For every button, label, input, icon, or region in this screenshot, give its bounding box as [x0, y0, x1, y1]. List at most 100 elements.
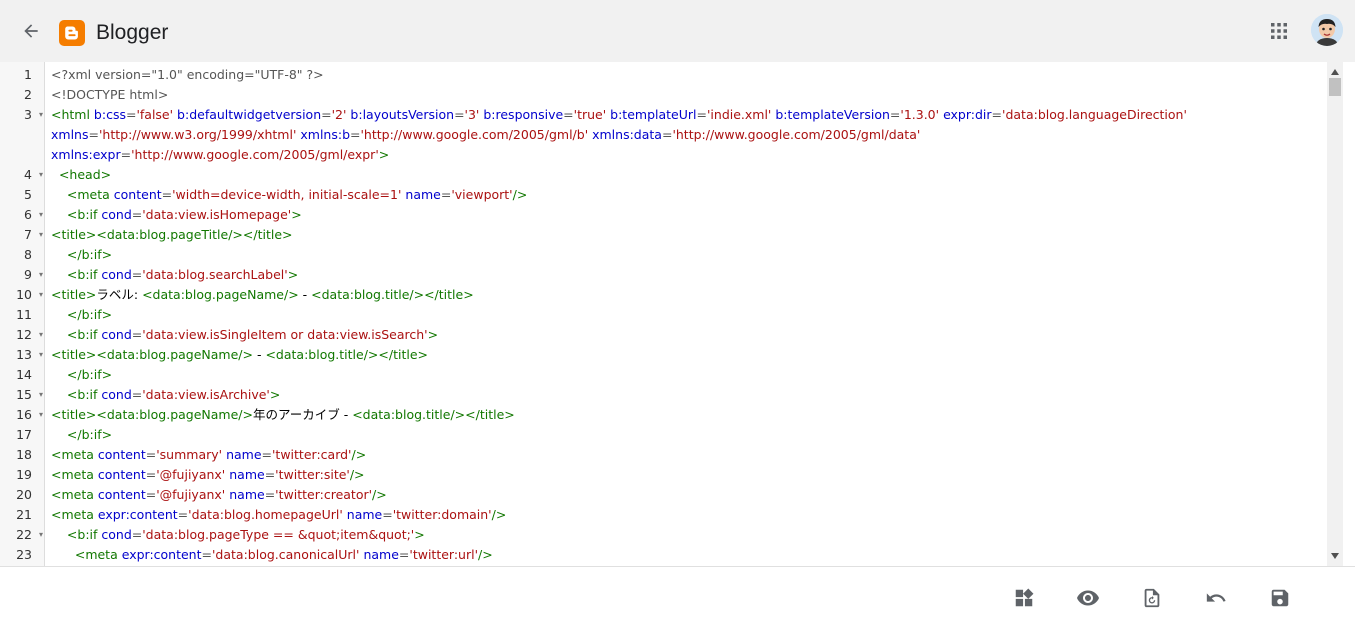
fold-toggle-icon[interactable]: ▾: [39, 285, 43, 305]
line-number-gutter: 1 2 3 ▾ 4 ▾ 5 6 ▾ 7 ▾ 8 9 ▾ 10 ▾ 11 12 ▾ 13 ▾ 14 15 ▾ 16 ▾ 17 18 19 2…: [0, 62, 45, 566]
code-token-tag: />: [372, 487, 387, 502]
code-line[interactable]: <meta content='@fujiyanx' name='twitter:…: [51, 465, 365, 485]
line-number: 19: [16, 467, 32, 482]
code-token-attr: cond: [101, 267, 132, 282]
code-line[interactable]: </b:if>: [51, 425, 112, 445]
code-line[interactable]: </b:if>: [51, 305, 112, 325]
code-line[interactable]: </b:if>: [51, 245, 112, 265]
code-token-str: 'http://www.google.com/2005/gml/b': [360, 127, 589, 142]
code-token-attr: content: [113, 187, 162, 202]
code-line[interactable]: <title><data:blog.pageName/>年のアーカイブ - <d…: [51, 405, 515, 425]
code-token-attr: xmlns:data: [592, 127, 662, 142]
code-token-plain: =: [261, 447, 272, 462]
code-token-attr: b:templateVersion: [775, 107, 890, 122]
theme-html-editor[interactable]: 1 2 3 ▾ 4 ▾ 5 6 ▾ 7 ▾ 8 9 ▾ 10 ▾ 11 12 ▾ 13 ▾ 14 15 ▾ 16 ▾ 17 18 19 2…: [0, 62, 1355, 566]
code-line[interactable]: xmlns='http://www.w3.org/1999/xhtml' xml…: [51, 125, 920, 145]
back-button[interactable]: [18, 18, 44, 44]
code-token-attr: cond: [101, 527, 132, 542]
line-number: 18: [16, 447, 32, 462]
code-token-tag: <title>: [51, 287, 97, 302]
code-token-plain: =: [131, 327, 143, 342]
code-token-plain: =: [696, 107, 707, 122]
fold-toggle-icon[interactable]: ▾: [39, 525, 43, 545]
code-token-str: 'viewport': [451, 187, 513, 202]
code-line[interactable]: <title><data:blog.pageName/> - <data:blo…: [51, 345, 428, 365]
eye-icon: [1077, 590, 1099, 606]
gutter-line: 1: [0, 65, 45, 85]
fold-toggle-icon[interactable]: ▾: [39, 265, 43, 285]
line-number: 13: [16, 347, 32, 362]
line-number: 23: [16, 547, 32, 562]
line-number: 16: [16, 407, 32, 422]
gutter-line: 21: [0, 505, 45, 525]
scrollbar-thumb[interactable]: [1329, 78, 1341, 96]
code-token-str: 'indie.xml': [706, 107, 772, 122]
code-token-plain: =: [398, 547, 410, 562]
code-line[interactable]: <b:if cond='data:blog.searchLabel'>: [51, 265, 298, 285]
app-title: Blogger: [96, 21, 169, 44]
code-line[interactable]: <head>: [51, 165, 111, 185]
code-token-tag: />: [512, 187, 528, 202]
code-token-attr: b:responsive: [483, 107, 564, 122]
code-token-attr: xmlns: [51, 127, 89, 142]
line-number: 17: [16, 427, 32, 442]
fold-toggle-icon[interactable]: ▾: [39, 405, 43, 425]
preview-button[interactable]: [1076, 586, 1100, 610]
code-token-tag: <meta: [66, 187, 114, 202]
code-token-attr: b:defaultwidgetversion: [177, 107, 322, 122]
code-line[interactable]: <meta expr:content='data:blog.canonicalU…: [51, 545, 493, 565]
gutter-line: 8: [0, 245, 45, 265]
code-line[interactable]: <b:if cond='data:view.isSingleItem or da…: [51, 325, 438, 345]
code-line[interactable]: <!DOCTYPE html>: [51, 85, 168, 105]
code-line[interactable]: <meta content='summary' name='twitter:ca…: [51, 445, 366, 465]
fold-toggle-icon[interactable]: ▾: [39, 345, 43, 365]
layout-button[interactable]: [1012, 586, 1036, 610]
code-token-str: 'twitter:creator': [275, 487, 373, 502]
code-line[interactable]: <meta content='width=device-width, initi…: [51, 185, 527, 205]
fold-toggle-icon[interactable]: ▾: [39, 225, 43, 245]
code-token-plain: =: [321, 107, 332, 122]
line-number: 2: [24, 87, 32, 102]
user-avatar[interactable]: [1311, 14, 1343, 46]
code-token-str: 'http://www.google.com/2005/gml/expr': [131, 147, 379, 162]
fold-toggle-icon[interactable]: ▾: [39, 105, 43, 125]
scroll-down-button[interactable]: [1327, 548, 1343, 564]
gutter-line: 14: [0, 365, 45, 385]
code-token-str: 'false': [136, 107, 174, 122]
fold-toggle-icon[interactable]: ▾: [39, 165, 43, 185]
code-token-plain: =: [161, 187, 173, 202]
code-line[interactable]: <meta content='@fujiyanx' name='twitter:…: [51, 485, 387, 505]
code-token-plain: =: [88, 127, 99, 142]
code-token-plain: =: [145, 487, 157, 502]
code-line[interactable]: <html b:css='false' b:defaultwidgetversi…: [51, 105, 1187, 125]
code-line[interactable]: <b:if cond='data:view.isArchive'>: [51, 385, 280, 405]
top-app-bar: Blogger: [0, 0, 1355, 62]
apps-button[interactable]: [1267, 19, 1291, 43]
restore-button[interactable]: [1140, 586, 1164, 610]
code-token-attr: cond: [101, 387, 132, 402]
fold-toggle-icon[interactable]: ▾: [39, 205, 43, 225]
code-token-plain: =: [454, 107, 465, 122]
save-button[interactable]: [1268, 586, 1292, 610]
code-token-tag: <b:if: [66, 207, 102, 222]
code-line[interactable]: <?xml version="1.0" encoding="UTF-8" ?>: [51, 65, 324, 85]
line-number: 5: [24, 187, 32, 202]
code-line[interactable]: </b:if>: [51, 365, 112, 385]
line-number: 1: [24, 67, 32, 82]
undo-button[interactable]: [1204, 586, 1228, 610]
code-line[interactable]: xmlns:expr='http://www.google.com/2005/g…: [51, 145, 389, 165]
vertical-scrollbar[interactable]: [1327, 62, 1343, 566]
code-line[interactable]: <meta expr:content='data:blog.homepageUr…: [51, 505, 506, 525]
gutter-line: 16 ▾: [0, 405, 45, 425]
code-line[interactable]: <b:if cond='data:blog.pageType == &quot;…: [51, 525, 425, 545]
code-line[interactable]: <title><data:blog.pageTitle/></title>: [51, 225, 293, 245]
code-line[interactable]: <title>ラベル: <data:blog.pageName/> - <dat…: [51, 285, 474, 305]
code-token-plain: =: [131, 387, 143, 402]
fold-toggle-icon[interactable]: ▾: [39, 325, 43, 345]
code-token-plain: =: [145, 467, 157, 482]
gutter-line: 3 ▾: [0, 105, 45, 125]
line-number: 12: [16, 327, 32, 342]
code-token-tag: </title>: [378, 347, 428, 362]
code-line[interactable]: <b:if cond='data:view.isHomepage'>: [51, 205, 302, 225]
fold-toggle-icon[interactable]: ▾: [39, 385, 43, 405]
